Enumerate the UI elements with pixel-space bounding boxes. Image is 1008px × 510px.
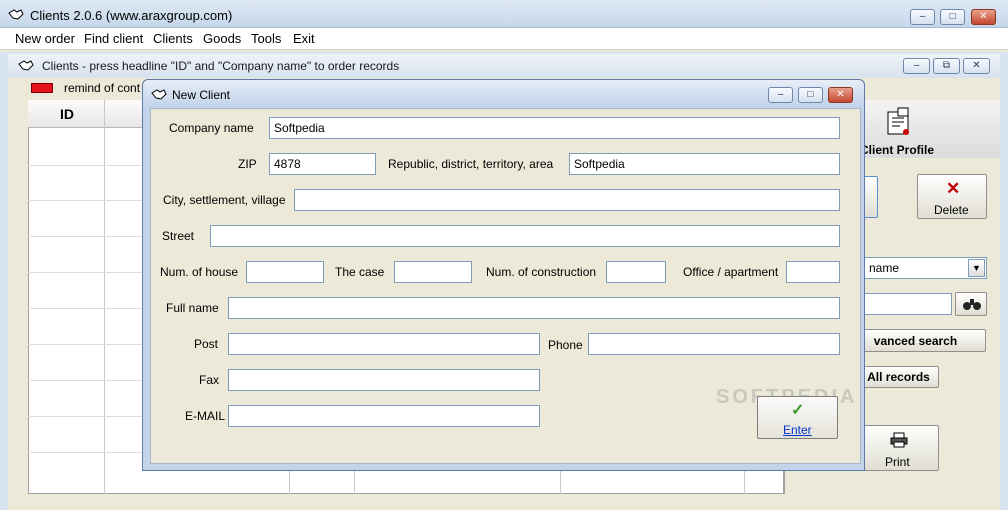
dialog-title: New Client [172,88,231,102]
city-input[interactable] [294,189,840,211]
email-input[interactable] [228,405,540,427]
column-header-id[interactable]: ID [60,106,74,122]
house-number-label: Num. of house [160,265,239,279]
handshake-icon [151,89,167,100]
remind-legend-label: remind of cont [64,81,141,95]
print-button[interactable]: Print [858,425,939,471]
construction-number-label: Num. of construction [486,265,597,279]
menu-find-client[interactable]: Find client [84,31,143,46]
street-input[interactable] [210,225,840,247]
email-label: E-MAIL [185,409,226,423]
search-input[interactable] [862,293,952,315]
print-label: Print [885,455,910,469]
maximize-button[interactable]: □ [940,9,965,25]
menu-bar: New order Find client Clients Goods Tool… [0,28,1008,50]
delete-icon: ✕ [946,179,961,198]
advanced-search-button[interactable]: vanced search [845,329,986,352]
binoculars-icon [963,299,981,310]
case-input[interactable] [394,261,472,283]
child-close-button[interactable]: ✕ [963,58,990,74]
region-input[interactable] [569,153,840,175]
menu-new-order[interactable]: New order [15,31,75,46]
construction-number-input[interactable] [606,261,666,283]
find-button[interactable] [955,292,987,316]
region-label: Republic, district, territory, area [388,157,554,171]
client-profile-label: Client Profile [860,143,935,157]
printer-icon [890,432,908,448]
dialog-minimize-button[interactable]: – [768,87,793,103]
close-button[interactable]: ✕ [971,9,996,25]
child-minimize-button[interactable]: – [903,58,930,74]
office-input[interactable] [786,261,840,283]
delete-button[interactable]: ✕ Delete [917,174,987,219]
zip-label: ZIP [238,157,257,171]
enter-label: Enter [783,423,812,437]
fax-label: Fax [199,373,220,387]
delete-label: Delete [934,203,969,217]
dialog-titlebar [143,80,864,106]
child-window-title: Clients - press headline "ID" and "Compa… [42,59,400,73]
all-records-button[interactable]: All records [858,366,939,388]
menu-exit[interactable]: Exit [293,31,315,46]
zip-input[interactable] [269,153,376,175]
dialog-close-button[interactable]: ✕ [828,87,853,103]
remind-color-swatch [31,83,53,93]
post-input[interactable] [228,333,540,355]
company-name-input[interactable] [269,117,840,139]
full-name-input[interactable] [228,297,840,319]
case-label: The case [335,265,385,279]
menu-tools[interactable]: Tools [251,31,281,46]
child-restore-button[interactable]: ⧉ [933,58,960,74]
office-label: Office / apartment [683,265,779,279]
window-title: Clients 2.0.6 (www.araxgroup.com) [30,8,233,23]
phone-input[interactable] [588,333,840,355]
full-name-label: Full name [166,301,219,315]
fax-input[interactable] [228,369,540,391]
checkmark-icon: ✓ [791,402,805,419]
company-name-label: Company name [169,121,254,135]
enter-button[interactable]: ✓ Enter [757,396,838,439]
handshake-icon [18,60,34,71]
chevron-down-icon[interactable]: ▼ [968,259,985,277]
client-profile-icon [887,107,909,135]
phone-label: Phone [548,338,583,352]
minimize-button[interactable]: – [910,9,935,25]
handshake-icon [8,9,24,20]
street-label: Street [162,229,195,243]
dialog-maximize-button[interactable]: □ [798,87,823,103]
post-label: Post [194,337,219,351]
column-divider [104,100,105,494]
menu-goods[interactable]: Goods [203,31,241,46]
menu-clients[interactable]: Clients [153,31,193,46]
house-number-input[interactable] [246,261,324,283]
city-label: City, settlement, village [163,193,286,207]
